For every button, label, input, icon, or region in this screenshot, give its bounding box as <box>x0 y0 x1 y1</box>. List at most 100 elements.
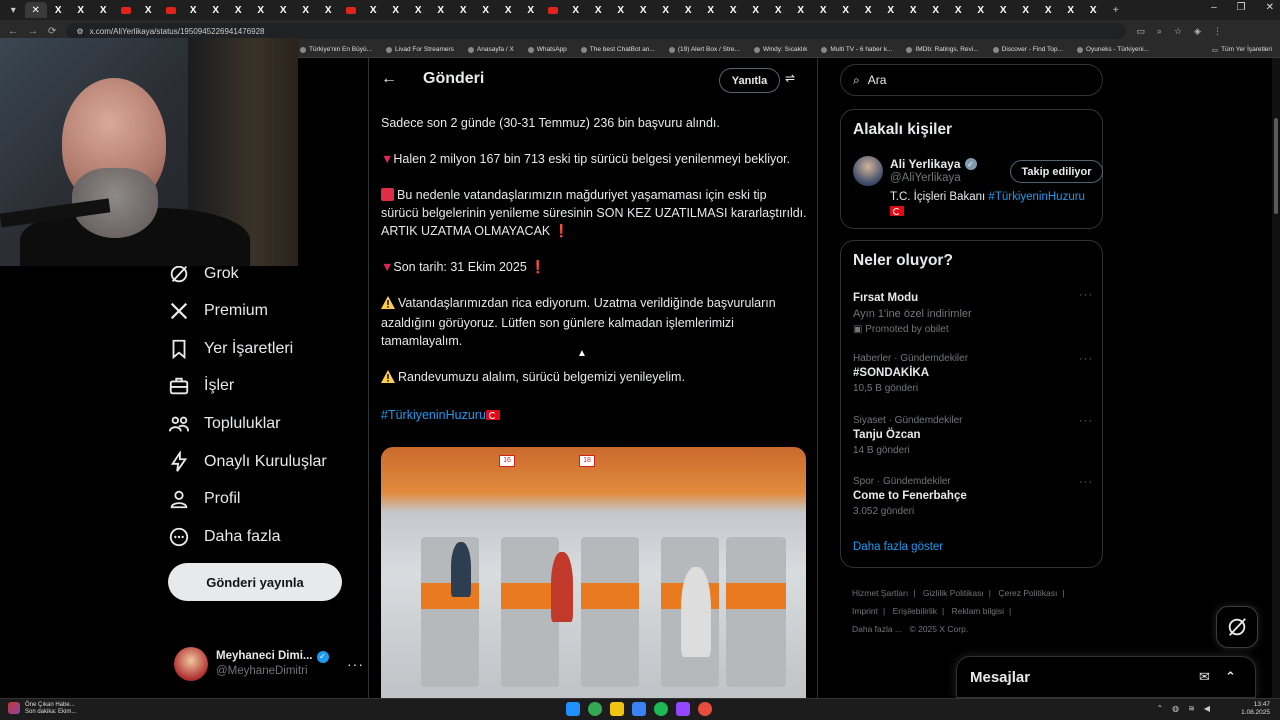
trend-item[interactable]: Spor · Gündemdekiler Come to Fenerbahçe … <box>853 476 1093 517</box>
browser-tab[interactable]: X <box>92 2 115 18</box>
browser-tab[interactable]: X <box>1015 2 1038 18</box>
restore-icon[interactable]: ❐ <box>1237 2 1246 13</box>
extensions-icon[interactable]: ◈ <box>1194 26 1201 37</box>
footer-link[interactable]: Çerez Politikası <box>998 588 1057 598</box>
sidebar-item-premium[interactable]: Premium <box>168 292 268 330</box>
wifi-icon[interactable]: ≋ <box>1188 704 1195 713</box>
browser-tab[interactable]: X <box>407 2 430 18</box>
all-bookmarks[interactable]: ▭ Tüm Yer İşaretleri <box>1212 46 1272 54</box>
browser-tab[interactable]: X <box>70 2 93 18</box>
bookmark-item[interactable]: Discover - Find Top... <box>992 46 1063 53</box>
bookmark-item[interactable]: Türkiye'nin En Büyü... <box>300 46 372 53</box>
scrollbar-thumb[interactable] <box>1274 118 1278 214</box>
browser-tab[interactable]: X <box>587 2 610 18</box>
news-widget[interactable]: Öne Çıkan Habe... Son dakika: Ekim... <box>8 702 76 716</box>
browser-tab[interactable]: X <box>250 2 273 18</box>
more-options-icon[interactable]: ··· <box>1079 415 1093 427</box>
obs-icon[interactable] <box>698 702 712 716</box>
browser-tab[interactable]: X <box>745 2 768 18</box>
more-options-icon[interactable]: ··· <box>1079 289 1093 301</box>
browser-tab[interactable]: X <box>205 2 228 18</box>
trend-item[interactable]: Siyaset · Gündemdekiler Tanju Özcan 14 B… <box>853 415 1093 456</box>
browser-tab[interactable]: X <box>475 2 498 18</box>
browser-tab[interactable]: X <box>295 2 318 18</box>
relevant-person[interactable]: Ali Yerlikaya ✓ @AliYerlikaya T.C. İçişle… <box>853 156 1103 226</box>
browser-tab[interactable]: X <box>880 2 903 18</box>
following-button[interactable]: Takip ediliyor <box>1010 160 1103 183</box>
chrome-icon[interactable] <box>588 702 602 716</box>
cast-icon[interactable]: ▭ <box>1136 26 1145 37</box>
back-nav-icon[interactable]: ← <box>8 26 18 37</box>
promoted-trend[interactable]: Fırsat Modu Ayın 1'ine özel indirimler ▣… <box>853 289 1093 335</box>
footer-link[interactable]: Erişilebilirlik <box>893 606 937 616</box>
bookmark-item[interactable]: Multi TV - 6 haber k... <box>821 46 892 53</box>
browser-tab[interactable]: X <box>655 2 678 18</box>
volume-icon[interactable]: ◀ <box>1204 704 1210 713</box>
account-switcher[interactable]: Meyhaneci Dimi... ✓ @MeyhaneDimitri ··· <box>174 644 364 684</box>
zoom-icon[interactable]: ⌕ <box>1157 26 1162 37</box>
grok-floating-button[interactable] <box>1216 606 1258 648</box>
browser-tab[interactable]: X <box>47 2 70 18</box>
edge-icon[interactable] <box>632 702 646 716</box>
tab-menu-icon[interactable]: ▾ <box>2 2 25 18</box>
forward-nav-icon[interactable]: → <box>28 26 38 37</box>
bookmark-item[interactable]: Oyuneks - Türkiyeni... <box>1076 46 1149 53</box>
footer-link[interactable]: Imprint <box>852 606 878 616</box>
browser-tab[interactable]: X <box>722 2 745 18</box>
browser-tab[interactable]: X <box>632 2 655 18</box>
browser-tab[interactable]: X <box>385 2 408 18</box>
sidebar-item-bookmarks[interactable]: Yer İşaretleri <box>168 330 293 368</box>
browser-tab[interactable] <box>115 2 138 18</box>
more-options-icon[interactable]: ··· <box>1079 353 1093 365</box>
clock[interactable]: 13:47 1.08.2025 <box>1241 701 1270 717</box>
browser-tab[interactable]: X <box>565 2 588 18</box>
browser-tab[interactable]: X <box>362 2 385 18</box>
browser-tab[interactable]: X <box>610 2 633 18</box>
sidebar-item-profile[interactable]: Profil <box>168 480 240 518</box>
browser-tab[interactable]: X <box>182 2 205 18</box>
browser-tab[interactable]: X <box>677 2 700 18</box>
tray-chevron-icon[interactable]: ⌃ <box>1156 704 1163 713</box>
browser-tab[interactable]: X <box>452 2 475 18</box>
close-window-icon[interactable]: ✕ <box>1266 2 1274 13</box>
bookmark-item[interactable]: The best ChatBot an... <box>580 46 655 53</box>
sidebar-item-communities[interactable]: Topluluklar <box>168 405 280 443</box>
browser-tab[interactable] <box>340 2 363 18</box>
browser-tab[interactable]: X <box>430 2 453 18</box>
messages-drawer[interactable]: Mesajlar ✉ ⌃ <box>956 656 1256 698</box>
bookmark-item[interactable]: Anasayfa / X <box>467 46 514 53</box>
more-options-icon[interactable]: ··· <box>347 656 364 672</box>
tweet-photo[interactable]: 16 18 <box>381 447 806 699</box>
trend-item[interactable]: Haberler · Gündemdekiler #SONDAKİKA 10,5… <box>853 353 1093 394</box>
browser-tab[interactable]: X <box>700 2 723 18</box>
url-field[interactable]: ⚙ x.com/AliYerlikaya/status/195094522694… <box>66 23 1127 39</box>
reload-icon[interactable]: ⟳ <box>48 26 56 37</box>
filter-settings-icon[interactable]: ⇌ <box>785 71 801 87</box>
menu-icon[interactable]: ⋮ <box>1213 26 1222 37</box>
network-icon[interactable]: ◍ <box>1172 704 1179 713</box>
new-message-icon[interactable]: ✉ <box>1199 669 1210 685</box>
browser-tab[interactable]: X <box>790 2 813 18</box>
browser-tab[interactable]: X <box>767 2 790 18</box>
bio-hashtag-link[interactable]: #TürkiyeninHuzuru <box>988 191 1085 203</box>
browser-tab[interactable] <box>160 2 183 18</box>
star-icon[interactable]: ☆ <box>1174 26 1182 37</box>
browser-tab[interactable]: X <box>272 2 295 18</box>
browser-tab[interactable]: X <box>1060 2 1083 18</box>
browser-tab[interactable]: X <box>1037 2 1060 18</box>
browser-tab[interactable]: X <box>317 2 340 18</box>
browser-tab[interactable]: X <box>812 2 835 18</box>
hashtag-link[interactable]: #TürkiyeninHuzuru <box>381 408 486 422</box>
browser-tab[interactable]: ✕ <box>24 2 47 18</box>
footer-link[interactable]: Reklam bilgisi <box>952 606 1004 616</box>
browser-tab[interactable]: X <box>857 2 880 18</box>
show-more-link[interactable]: Daha fazla göster <box>853 541 943 553</box>
browser-tab[interactable]: X <box>227 2 250 18</box>
post-button[interactable]: Gönderi yayınla <box>168 563 342 601</box>
sidebar-item-verified-orgs[interactable]: Onaylı Kuruluşlar <box>168 443 327 481</box>
browser-tab[interactable]: X <box>902 2 925 18</box>
browser-tab[interactable] <box>542 2 565 18</box>
search-input[interactable]: ⌕ Ara <box>840 64 1103 96</box>
sidebar-item-jobs[interactable]: İşler <box>168 367 234 405</box>
bookmark-item[interactable]: Windy: Sıcaklık <box>753 46 807 53</box>
